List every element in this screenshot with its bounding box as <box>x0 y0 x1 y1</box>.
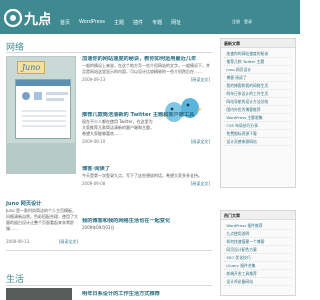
post-title-link[interactable]: 推荐几款简洁清新的 Twitter 主题和客户端工具 <box>82 112 210 119</box>
section-divider <box>6 52 212 53</box>
post-excerpt: 一般的情况上来说，在这个地方写一些介绍网站的文字，一般情况下，并且是网站这里显示… <box>82 63 210 74</box>
widget-title: 热门文章 <box>221 211 295 220</box>
sidebar-link[interactable]: 推荐几款 Twitter 主题 <box>224 58 292 66</box>
sidebar-link[interactable]: 网站导航的设计方法总结 <box>224 98 292 106</box>
sidebar-link[interactable]: 前端开发工具推荐 <box>224 270 292 278</box>
nav-item-themes[interactable]: 主题 <box>114 19 124 26</box>
thumbnail-panel <box>15 79 71 139</box>
sidebar-link[interactable]: 九点使用说明 <box>224 230 292 238</box>
sidebar-link[interactable]: 设计灵感来源网站 <box>224 138 292 146</box>
logo-icon: 九点 <box>3 8 52 28</box>
post-title-link[interactable]: 加速你的网站速度的秘诀，教你如何运用最近几年 <box>82 56 210 63</box>
main-nav: 首页 WordPress 主题 插件 专题 网址 <box>60 19 181 26</box>
post-title-link[interactable]: 明年日系设计的工作生活方式推荐 <box>82 291 210 298</box>
site-logo[interactable]: 九点 <box>3 6 52 30</box>
nav-item-topics[interactable]: 专题 <box>152 19 162 26</box>
post-item: 推荐几款简洁清新的 Twitter 主题和客户端工具 现在不少人都在使用 Twi… <box>82 112 210 145</box>
post-item: 加速你的网站速度的秘诀，教你如何运用最近几年 一般的情况上来说，在这个地方写一些… <box>82 56 210 83</box>
widget-list: 加速你的网站速度的秘诀 推荐几款 Twitter 主题 Juno 网页设计 博客… <box>221 48 295 148</box>
post-date: 2009-09-10 <box>82 139 106 144</box>
sidebar-link[interactable]: 我的博客和我的网络生活 <box>224 82 292 90</box>
sidebar-link[interactable]: SEO 优化技巧 <box>224 254 292 262</box>
sidebar-link[interactable]: CSS 布局技巧分享 <box>224 122 292 130</box>
section-divider <box>6 285 212 286</box>
read-more-link[interactable]: [阅读全文] <box>191 77 210 83</box>
sidebar-link[interactable]: Juno 网页设计 <box>224 66 292 74</box>
read-more-link[interactable]: [阅读全文] <box>191 181 210 187</box>
widget-list: WordPress 插件推荐 九点使用说明 如何快速搭建一个博客 网页设计配色方… <box>221 220 295 288</box>
post-meta: 2009-09-10 [阅读全文] <box>82 139 210 145</box>
post-item: 博客·阅读了 今天是第一次登录九点，写下了这些想说的话，希望大家多多支持。 20… <box>82 166 210 187</box>
post-title-link[interactable]: 博客·阅读了 <box>82 166 210 173</box>
sidebar-link[interactable]: WordPress 插件推荐 <box>224 222 292 230</box>
register-link[interactable]: 注册 <box>232 19 240 25</box>
post-excerpt: 今天是第一次登录九点，写下了这些想说的话，希望大家多多支持。 <box>82 173 202 178</box>
nav-item-home[interactable]: 首页 <box>60 19 70 26</box>
sidebar-link[interactable]: 免费图标资源下载 <box>224 130 292 138</box>
post-meta: 2009-09-08 [阅读全文] <box>82 181 210 187</box>
nav-item-links[interactable]: 网址 <box>171 19 181 26</box>
sidebar-link[interactable]: 博客·阅读了 <box>224 74 292 82</box>
sidebar-widget-recent: 最新文章 加速你的网站速度的秘诀 推荐几款 Twitter 主题 Juno 网页… <box>220 38 296 188</box>
sidebar-link[interactable]: 如何快速搭建一个博客 <box>224 238 292 246</box>
sidebar-link[interactable]: 国内外优秀博客推荐 <box>224 106 292 114</box>
widget-title: 最新文章 <box>221 39 295 48</box>
sidebar-link[interactable]: 加速你的网站速度的秘诀 <box>224 50 292 58</box>
post-meta: 2009-09-13 [阅读全文] <box>82 77 210 83</box>
section-title-life: 生活 <box>6 275 25 285</box>
thumbnail-caption-meta: 2009-09-13 [阅读全文] <box>6 239 78 245</box>
sidebar-widget-popular: 热门文章 WordPress 插件推荐 九点使用说明 如何快速搭建一个博客 网页… <box>220 210 296 296</box>
post-date: 2009-09-13 <box>6 239 30 244</box>
sidebar-link[interactable]: WordPress 主题收集 <box>224 114 292 122</box>
read-more-link[interactable]: [阅读全文] <box>191 139 210 145</box>
nav-item-plugins[interactable]: 插件 <box>133 19 143 26</box>
sidebar-link[interactable]: 网页设计配色方案 <box>224 246 292 254</box>
post-item: 我的博客和我的网络生活也在一起变化 2009年09月03日 <box>82 218 210 231</box>
sidebar-link[interactable]: jQuery 插件合集 <box>224 262 292 270</box>
thumbnail-caption-title[interactable]: Juno 网页设计 <box>6 200 41 207</box>
thumbnail-caption-excerpt: Juno 是一款时尚简洁的个人主页模板，风格清新自然，色彩搭配合理，使用了大量的… <box>6 208 78 231</box>
post-date: 2009-09-13 <box>82 77 106 82</box>
post-title-link[interactable]: 我的博客和我的网络生活也在一起变化 <box>82 218 210 225</box>
login-link[interactable]: 登录 <box>244 19 252 25</box>
read-more-link[interactable]: [阅读全文] <box>59 239 78 245</box>
site-header: 九点 首页 WordPress 主题 插件 专题 网址 注册 登录 <box>0 0 300 34</box>
post-date: 2009年09月03日 <box>82 225 115 230</box>
sidebar-link[interactable]: 设计师必备网站 <box>224 278 292 286</box>
post-date: 2009-09-08 <box>82 181 106 186</box>
section-divider <box>6 250 212 251</box>
post-item: 明年日系设计的工作生活方式推荐 <box>82 291 210 298</box>
post-thumbnail[interactable]: Juno <box>6 56 76 174</box>
nav-item-wordpress[interactable]: WordPress <box>79 19 105 26</box>
life-post-thumbnail[interactable] <box>6 288 72 300</box>
svg-text:九点: 九点 <box>23 11 50 28</box>
login-links: 注册 登录 <box>232 19 252 25</box>
sidebar-link[interactable]: 明年日系设计的工作生活 <box>224 90 292 98</box>
thumbnail-logo: Juno <box>17 61 45 74</box>
post-excerpt: 现在不少人都在使用 Twitter，在这里为大家推荐几款简洁清新的客户端和主题，… <box>82 119 154 136</box>
